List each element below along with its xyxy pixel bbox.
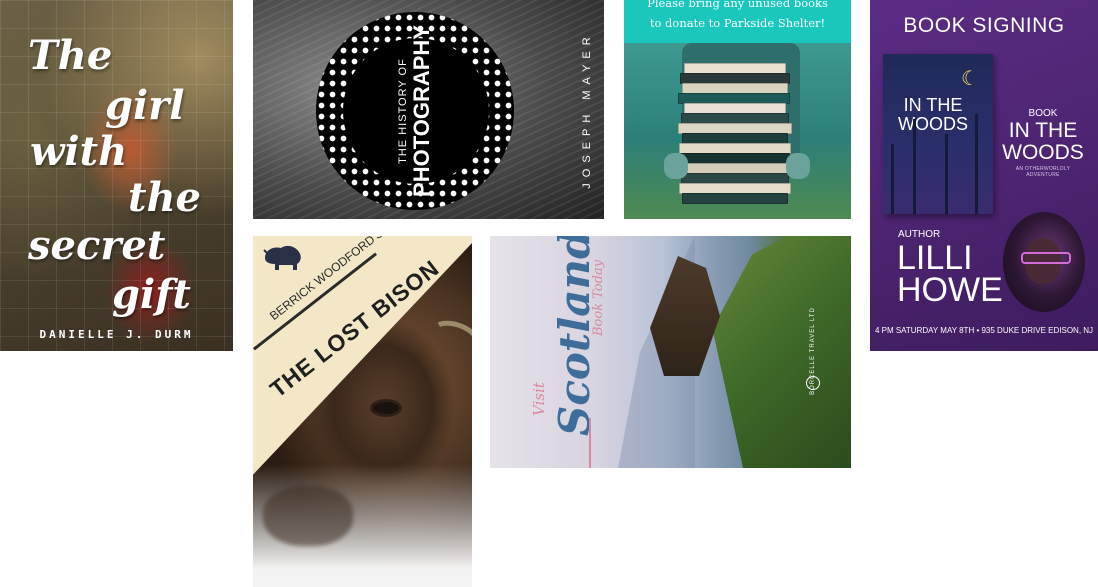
book-cover-history-of-photography[interactable]: THE HISTORY OF PHOTOGRAPHY JOSEPH MAYER xyxy=(253,0,604,219)
divider xyxy=(589,418,591,468)
bison-eye xyxy=(373,402,399,414)
author-portrait xyxy=(1003,212,1085,312)
message-band: Please bring any unused books to donate … xyxy=(624,0,851,43)
cover-author: JOSEPH MAYER xyxy=(581,31,593,189)
tree-graphic xyxy=(913,119,916,214)
tree-graphic xyxy=(975,114,978,214)
bison-horn xyxy=(419,313,472,371)
book-cover-in-the-woods: ☾ IN THE WOODS xyxy=(883,54,993,214)
books-stack-photo xyxy=(624,43,851,219)
cover-title-line: with xyxy=(30,128,128,175)
book-title: IN THE WOODS xyxy=(1002,119,1084,164)
donation-message-line: to donate to Parkside Shelter! xyxy=(649,16,826,30)
globe-icon xyxy=(806,376,820,390)
author-last-name: HOWE xyxy=(897,271,1003,309)
cover-title-line: secret xyxy=(28,222,166,269)
flyer-book-signing[interactable]: BOOK SIGNING ☾ IN THE WOODS BOOK IN THE … xyxy=(870,0,1098,351)
poster-cta: Book Today xyxy=(591,259,606,336)
tree-graphic xyxy=(891,144,894,214)
book-label: BOOK xyxy=(1028,108,1058,119)
author-name: LILLI HOWE xyxy=(897,239,1003,309)
cover-title-line: girl xyxy=(105,82,185,129)
poster-visit: Visit xyxy=(530,382,548,416)
cover-title-line: the xyxy=(128,174,202,221)
flyer-heading: BOOK SIGNING xyxy=(903,14,1065,37)
bison-icon xyxy=(263,245,301,270)
moon-icon: ☾ xyxy=(961,66,979,90)
event-details: 4 PM SATURDAY MAY 8TH • 935 DUKE DRIVE E… xyxy=(874,326,1094,335)
cover-author: DANIELLE J. DURM xyxy=(39,328,194,341)
portrait-glasses xyxy=(1021,252,1071,264)
donation-message-line: Please bring any unused books xyxy=(647,0,828,10)
right-hand xyxy=(786,153,810,179)
left-hand xyxy=(664,153,688,179)
book-tagline: AN OTHERWORLDLY ADVENTURE xyxy=(1015,166,1071,178)
book-spine xyxy=(682,193,788,204)
poster-visit-scotland[interactable]: Visit Scotland Book Today BORCELLE TRAVE… xyxy=(490,236,851,468)
cover-title-line: The xyxy=(28,32,113,79)
book-cover-lost-bison[interactable]: BERRICK WOODFORD'S THE LOST BISON xyxy=(253,236,472,587)
cover-title: IN THE WOODS xyxy=(898,95,968,134)
flyer-book-donation[interactable]: Please bring any unused books to donate … xyxy=(624,0,851,219)
donation-message: Please bring any unused books to donate … xyxy=(624,0,851,33)
book-cover-girl-with-secret-gift[interactable]: The girl with the secret gift DANIELLE J… xyxy=(0,0,233,351)
cover-title: THE HISTORY OF PHOTOGRAPHY xyxy=(397,25,435,197)
author-first-name: LILLI xyxy=(897,239,973,277)
tree-graphic xyxy=(945,134,948,214)
cover-title-big: PHOTOGRAPHY xyxy=(409,25,434,197)
bison-snout xyxy=(263,486,353,546)
rock-formation xyxy=(650,256,720,376)
cover-title-small: THE HISTORY OF xyxy=(397,58,409,164)
cover-title-line: gift xyxy=(112,271,191,318)
